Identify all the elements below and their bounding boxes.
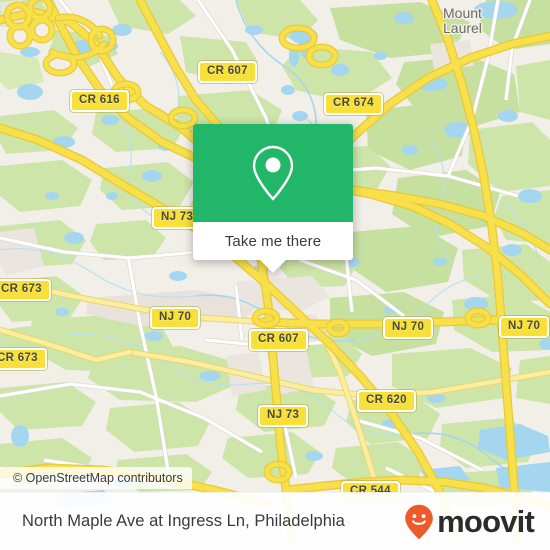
map-screen: .green { fill:#cde5a8; } .green2 { fill:… xyxy=(0,0,550,550)
popup-header xyxy=(193,124,353,222)
road-shield: NJ 70 xyxy=(499,316,550,338)
road-shield: NJ 70 xyxy=(150,307,201,329)
road-shield: CR 616 xyxy=(70,90,129,112)
take-me-there-label: Take me there xyxy=(224,232,322,250)
road-shield: CR 674 xyxy=(324,93,383,115)
place-label: Mount Laurel xyxy=(443,5,482,36)
road-shield: NJ 70 xyxy=(383,317,434,339)
moovit-logo: moovit xyxy=(404,504,535,540)
road-shield: CR 620 xyxy=(357,390,416,412)
road-shield: CR 607 xyxy=(198,61,257,83)
moovit-smiley-pin-icon xyxy=(405,504,433,539)
road-shield: NJ 73 xyxy=(258,405,309,427)
bottom-bar: North Maple Ave at Ingress Ln, Philadelp… xyxy=(0,492,550,550)
map-attribution[interactable]: © OpenStreetMap contributors xyxy=(0,467,192,489)
road-shield: CR 607 xyxy=(249,329,308,351)
map-pin-icon xyxy=(252,145,294,201)
popup-footer[interactable]: Take me there xyxy=(193,222,353,260)
station-popup-card[interactable]: Take me there xyxy=(193,124,353,273)
station-title: North Maple Ave at Ingress Ln, Philadelp… xyxy=(22,512,345,530)
road-shield: CR 673 xyxy=(0,348,47,370)
road-shield: CR 673 xyxy=(0,279,51,301)
moovit-wordmark: moovit xyxy=(437,504,535,539)
popup-tail xyxy=(260,260,286,273)
